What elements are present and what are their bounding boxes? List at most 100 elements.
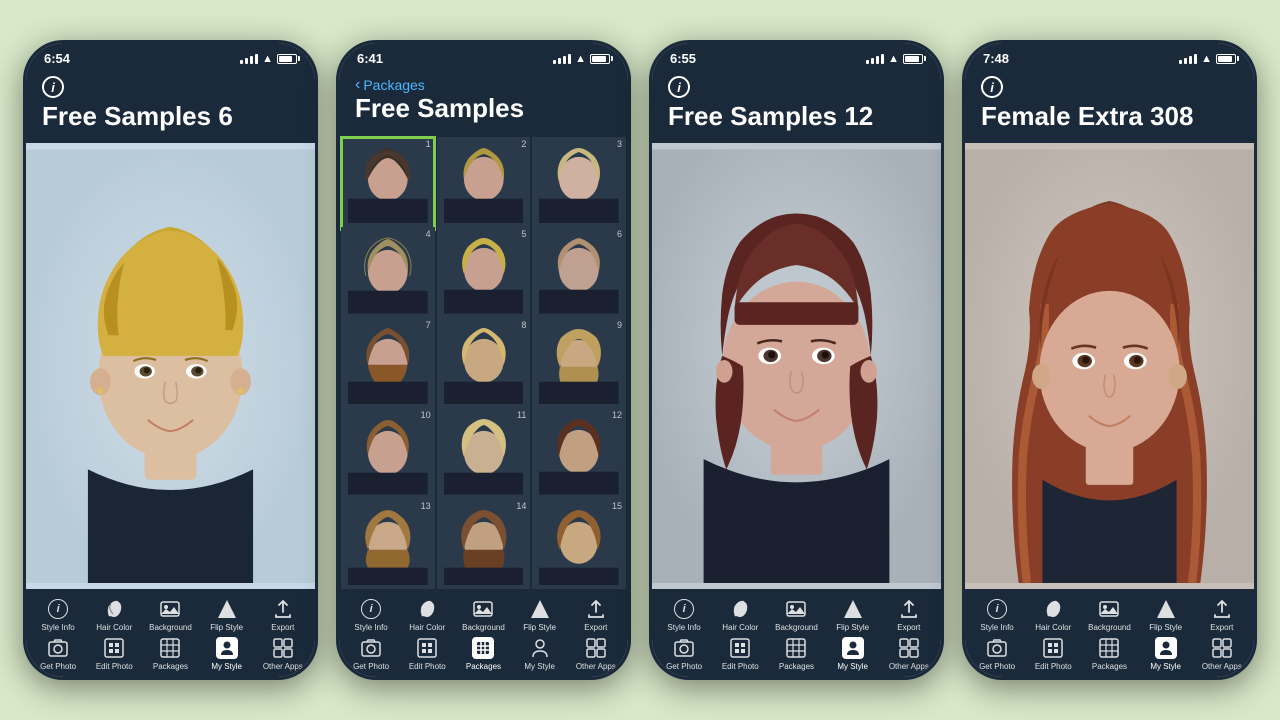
hair-color-label-3: Hair Color: [722, 623, 758, 632]
packages-btn-1[interactable]: Packages: [148, 636, 192, 671]
app-title-2: Free Samples: [355, 94, 612, 123]
export-btn-3[interactable]: Export: [887, 597, 931, 632]
battery-icon-4: [1216, 54, 1236, 64]
style-info-btn-3[interactable]: i Style Info: [662, 597, 706, 632]
other-apps-btn-3[interactable]: Other Apps: [887, 636, 931, 671]
status-indicators-2: ▲: [553, 53, 610, 65]
grid-item-5[interactable]: 5: [437, 227, 531, 321]
wifi-icon-3: ▲: [888, 53, 899, 65]
get-photo-label-2: Get Photo: [353, 662, 389, 671]
grid-item-1[interactable]: 1: [341, 137, 435, 231]
grid-item-8[interactable]: 8: [437, 318, 531, 412]
grid-item-11[interactable]: 11: [437, 408, 531, 502]
get-photo-btn-3[interactable]: Get Photo: [662, 636, 706, 671]
grid-item-7[interactable]: 7: [341, 318, 435, 412]
export-btn-1[interactable]: Export: [261, 597, 305, 632]
grid-item-3[interactable]: 3: [532, 137, 626, 231]
get-photo-icon-4: [985, 636, 1009, 660]
edit-photo-label-1: Edit Photo: [96, 662, 133, 671]
packages-btn-2[interactable]: Packages: [461, 636, 505, 671]
my-style-label-1: My Style: [211, 662, 242, 671]
app-title-4: Female Extra 308: [981, 102, 1238, 131]
status-time-3: 6:55: [670, 51, 696, 66]
hair-color-btn-4[interactable]: Hair Color: [1031, 597, 1075, 632]
grid-item-2[interactable]: 2: [437, 137, 531, 231]
get-photo-btn-4[interactable]: Get Photo: [975, 636, 1019, 671]
flip-style-icon-4: [1154, 597, 1178, 621]
flip-style-btn-3[interactable]: Flip Style: [831, 597, 875, 632]
packages-label-2: Packages: [466, 662, 501, 671]
grid-item-12[interactable]: 12: [532, 408, 626, 502]
export-icon-3: [897, 597, 921, 621]
my-style-btn-3[interactable]: My Style: [831, 636, 875, 671]
status-bar-4: 7:48 ▲: [965, 43, 1254, 70]
style-info-btn-4[interactable]: i Style Info: [975, 597, 1019, 632]
my-style-icon-3: [841, 636, 865, 660]
background-btn-1[interactable]: Background: [148, 597, 192, 632]
grid-item-9[interactable]: 9: [532, 318, 626, 412]
info-icon-1[interactable]: i: [42, 76, 64, 98]
export-label-2: Export: [584, 623, 607, 632]
other-apps-btn-2[interactable]: Other Apps: [574, 636, 618, 671]
flip-style-icon-2: [528, 597, 552, 621]
export-btn-4[interactable]: Export: [1200, 597, 1244, 632]
other-apps-btn-1[interactable]: Other Apps: [261, 636, 305, 671]
my-style-btn-2[interactable]: My Style: [518, 636, 562, 671]
packages-btn-4[interactable]: Packages: [1087, 636, 1131, 671]
get-photo-icon-1: [46, 636, 70, 660]
get-photo-label-1: Get Photo: [40, 662, 76, 671]
flip-style-btn-2[interactable]: Flip Style: [518, 597, 562, 632]
grid-item-6[interactable]: 6: [532, 227, 626, 321]
edit-photo-icon-4: [1041, 636, 1065, 660]
background-btn-3[interactable]: Background: [774, 597, 818, 632]
hair-color-btn-3[interactable]: Hair Color: [718, 597, 762, 632]
background-icon-3: [784, 597, 808, 621]
export-label-4: Export: [1210, 623, 1233, 632]
my-style-btn-4[interactable]: My Style: [1144, 636, 1188, 671]
packages-icon-1: [158, 636, 182, 660]
portrait-display-3: [652, 143, 941, 589]
other-apps-icon-4: [1210, 636, 1234, 660]
status-time-1: 6:54: [44, 51, 70, 66]
status-time-2: 6:41: [357, 51, 383, 66]
grid-item-4[interactable]: 4: [341, 227, 435, 321]
style-info-btn-1[interactable]: i Style Info: [36, 597, 80, 632]
style-info-btn-2[interactable]: i Style Info: [349, 597, 393, 632]
phone-3: 6:55 ▲ i Free Samples 12: [649, 40, 944, 680]
background-btn-4[interactable]: Background: [1087, 597, 1131, 632]
grid-item-15[interactable]: 15: [532, 499, 626, 589]
export-btn-2[interactable]: Export: [574, 597, 618, 632]
flip-style-btn-4[interactable]: Flip Style: [1144, 597, 1188, 632]
back-nav-2[interactable]: ‹ Packages: [355, 76, 612, 94]
get-photo-btn-1[interactable]: Get Photo: [36, 636, 80, 671]
hair-color-btn-2[interactable]: Hair Color: [405, 597, 449, 632]
status-bar-1: 6:54 ▲: [26, 43, 315, 70]
edit-photo-btn-1[interactable]: Edit Photo: [92, 636, 136, 671]
background-btn-2[interactable]: Background: [461, 597, 505, 632]
app-title-1: Free Samples 6: [42, 102, 299, 131]
flip-style-btn-1[interactable]: Flip Style: [205, 597, 249, 632]
edit-photo-btn-3[interactable]: Edit Photo: [718, 636, 762, 671]
grid-item-10[interactable]: 10: [341, 408, 435, 502]
packages-label-1: Packages: [153, 662, 188, 671]
back-label-2: Packages: [363, 77, 424, 93]
export-label-1: Export: [271, 623, 294, 632]
background-label-4: Background: [1088, 623, 1131, 632]
edit-photo-btn-4[interactable]: Edit Photo: [1031, 636, 1075, 671]
my-style-btn-1[interactable]: My Style: [205, 636, 249, 671]
packages-btn-3[interactable]: Packages: [774, 636, 818, 671]
flip-style-label-1: Flip Style: [210, 623, 243, 632]
background-icon-2: [471, 597, 495, 621]
status-bar-2: 6:41 ▲: [339, 43, 628, 70]
phone-2: 6:41 ▲ ‹ Packages Free Samples: [336, 40, 631, 680]
packages-icon-3: [784, 636, 808, 660]
get-photo-btn-2[interactable]: Get Photo: [349, 636, 393, 671]
info-icon-3[interactable]: i: [668, 76, 690, 98]
style-info-label-1: Style Info: [41, 623, 74, 632]
other-apps-btn-4[interactable]: Other Apps: [1200, 636, 1244, 671]
grid-item-13[interactable]: 13: [341, 499, 435, 589]
info-icon-4[interactable]: i: [981, 76, 1003, 98]
grid-item-14[interactable]: 14: [437, 499, 531, 589]
hair-color-btn-1[interactable]: Hair Color: [92, 597, 136, 632]
edit-photo-btn-2[interactable]: Edit Photo: [405, 636, 449, 671]
